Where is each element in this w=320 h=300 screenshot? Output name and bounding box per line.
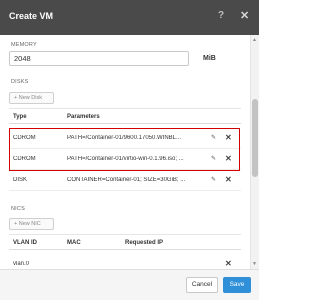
help-icon[interactable]: ? [218, 10, 224, 21]
column-header-parameters: Parameters [67, 114, 100, 120]
new-nic-button[interactable]: + New NIC [9, 218, 54, 230]
dialog-titlebar: Create VM ? ✕ [0, 0, 259, 35]
close-icon[interactable]: ✕ [240, 9, 249, 22]
nics-table: VLAN ID MAC Requested IP vlan.0 ✕ [9, 234, 241, 269]
nic-row: vlan.0 ✕ [9, 254, 241, 269]
column-header-requested-ip: Requested IP [125, 240, 164, 246]
column-header-vlan-id: VLAN ID [13, 240, 37, 246]
scroll-down-icon[interactable]: ▼ [252, 261, 257, 267]
dialog-footer: Cancel Save [0, 269, 259, 300]
dialog-body: MEMORY 2048 MiB DISKS + New Disk Type Pa… [0, 35, 250, 269]
save-button[interactable]: Save [223, 277, 251, 293]
delete-icon[interactable]: ✕ [225, 175, 232, 184]
edit-icon[interactable]: ✎ [211, 176, 216, 183]
column-header-mac: MAC [67, 240, 81, 246]
delete-icon[interactable]: ✕ [225, 259, 232, 268]
memory-unit: MiB [203, 55, 216, 62]
column-header-type: Type [13, 114, 27, 120]
disks-label: DISKS [11, 79, 29, 85]
cdrom-rows-highlight [9, 128, 240, 171]
disk-parameters: CONTAINER=Container-01; SIZE=30GiB; ... [67, 177, 186, 183]
nics-label: NICS [11, 206, 25, 212]
memory-input[interactable]: 2048 [9, 51, 189, 66]
disks-table-header: Type Parameters [9, 109, 241, 124]
disk-type: DISK [13, 177, 28, 183]
cancel-button[interactable]: Cancel [186, 277, 218, 293]
new-disk-button[interactable]: + New Disk [9, 92, 54, 104]
vertical-scrollbar[interactable]: ▲ ▼ [250, 35, 259, 269]
scroll-up-icon[interactable]: ▲ [252, 37, 257, 43]
nic-vlan-id: vlan.0 [13, 261, 30, 267]
nics-table-header: VLAN ID MAC Requested IP [9, 235, 241, 250]
disk-row-disk: DISK CONTAINER=Container-01; SIZE=30GiB;… [9, 170, 241, 191]
dialog-title: Create VM [9, 11, 54, 21]
scroll-thumb[interactable] [252, 99, 258, 177]
memory-label: MEMORY [11, 42, 37, 48]
